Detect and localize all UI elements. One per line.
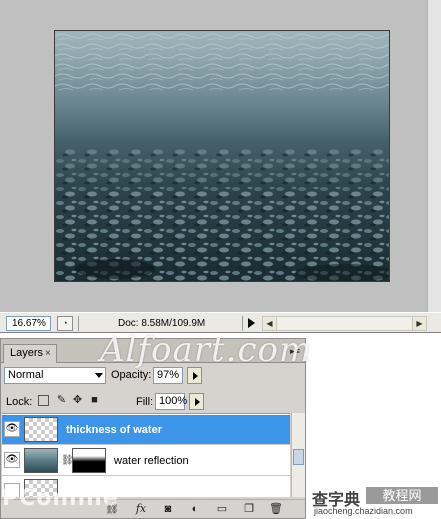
new-layer-icon[interactable]: ❐ <box>242 502 256 516</box>
layer-row-water-reflection[interactable]: 👁 ⛓ water reflection <box>2 446 290 476</box>
document-horizontal-scrollbar[interactable]: ◀ ▶ <box>262 316 427 331</box>
underwater-scene <box>55 31 389 281</box>
lock-image-pixels-icon[interactable]: ✎ <box>56 395 67 406</box>
layers-list: 👁 thickness of water 👁 ⛓ water reflectio… <box>2 413 290 497</box>
canvas-area[interactable] <box>0 0 427 312</box>
watermark-chazidian-url: jiaocheng.chazidian.com <box>314 506 413 516</box>
fill-input[interactable]: 100% <box>155 393 187 410</box>
layer-row-thickness-of-water[interactable]: 👁 thickness of water <box>2 415 290 445</box>
status-divider <box>242 316 243 331</box>
scroll-left-arrow-icon[interactable]: ◀ <box>263 317 277 330</box>
new-group-icon[interactable]: ▭ <box>215 502 229 516</box>
layers-scrollbar[interactable] <box>291 413 305 497</box>
zoom-menu-icon[interactable]: ◔ <box>57 316 73 331</box>
layer-name: thickness of water <box>66 424 162 436</box>
lock-all-icon[interactable]: ■ <box>89 395 100 406</box>
blend-mode-select[interactable]: Normal <box>4 367 106 384</box>
trash-icon[interactable]: 🗑 <box>269 502 283 516</box>
tab-close-icon[interactable]: × <box>45 345 51 362</box>
tab-layers[interactable]: Layers × <box>3 344 57 363</box>
scroll-right-arrow-icon[interactable]: ▶ <box>412 317 426 330</box>
lock-position-icon[interactable]: ✥ <box>72 395 83 406</box>
document-window: 16.67% ◔ Doc: 8.58M/109.9M ◀ ▶ <box>0 0 441 333</box>
lock-label: Lock: <box>6 396 33 408</box>
watermark-chazidian: 查字典 教程网 jiaocheng.chazidian.com <box>312 486 441 519</box>
fill-label: Fill: <box>136 396 154 408</box>
lock-transparency-icon[interactable] <box>38 395 49 406</box>
layer-thumbnail <box>24 448 58 473</box>
watermark-alfoart: Alfoart.com <box>100 330 313 370</box>
zoom-field[interactable]: 16.67% <box>6 316 51 331</box>
status-divider <box>78 316 79 331</box>
layer-mask-thumbnail[interactable] <box>72 448 106 473</box>
document-vertical-scrollbar[interactable] <box>427 0 441 312</box>
watermark-pconline: PConline <box>2 486 119 511</box>
tab-layers-label: Layers <box>10 347 44 359</box>
add-mask-icon[interactable]: ◙ <box>161 502 175 516</box>
underwater-image[interactable] <box>54 30 390 282</box>
visibility-eye-icon[interactable]: 👁 <box>4 452 20 468</box>
layer-thumbnail <box>24 417 58 442</box>
watermark-chazidian-badge: 教程网 <box>366 487 438 504</box>
layer-name: water reflection <box>114 455 189 467</box>
fx-layer-style-icon[interactable]: fx <box>134 502 148 516</box>
document-size-info: Doc: 8.58M/109.9M <box>118 318 206 329</box>
scrollbar-thumb[interactable] <box>293 449 304 465</box>
chevron-down-icon <box>95 373 103 378</box>
blend-mode-value: Normal <box>8 369 44 381</box>
fill-slider-button[interactable] <box>189 393 204 410</box>
visibility-eye-icon[interactable]: 👁 <box>4 421 20 437</box>
opacity-label: Opacity: <box>111 369 152 381</box>
layer-row[interactable] <box>2 413 290 414</box>
adjustment-layer-icon[interactable]: ◐ <box>188 502 202 516</box>
status-menu-arrow-icon[interactable] <box>248 318 255 328</box>
